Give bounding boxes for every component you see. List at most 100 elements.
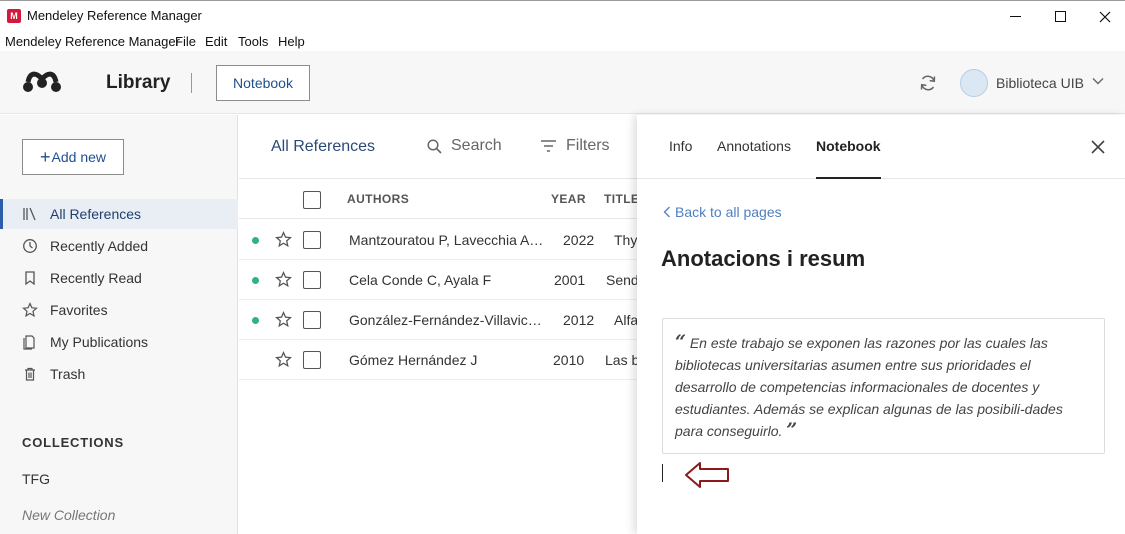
table-row[interactable]: Cela Conde C, Ayala F 2001 Send bbox=[239, 260, 637, 300]
notebook-button[interactable]: Notebook bbox=[216, 65, 310, 101]
sidebar-item-label: Recently Added bbox=[50, 238, 149, 254]
menu-bar: Mendeley Reference Manager File Edit Too… bbox=[0, 31, 1125, 51]
add-new-button[interactable]: + Add new bbox=[22, 139, 124, 175]
sidebar-item-label: All References bbox=[50, 206, 142, 222]
maximize-button[interactable] bbox=[1037, 1, 1083, 32]
close-quote-icon: ” bbox=[786, 419, 798, 441]
sidebar-item-label: Trash bbox=[50, 366, 86, 382]
app-logo-icon: M bbox=[7, 9, 21, 23]
annotation-quote-block[interactable]: “ En este trabajo se exponen las razones… bbox=[662, 318, 1105, 454]
row-year: 2010 bbox=[553, 352, 585, 368]
row-authors: Cela Conde C, Ayala F bbox=[349, 272, 492, 288]
quote-text: “ En este trabajo se exponen las razones… bbox=[675, 332, 1085, 442]
collection-item-tfg[interactable]: TFG bbox=[22, 471, 50, 487]
sidebar-item-recently-added[interactable]: Recently Added bbox=[0, 231, 238, 261]
column-authors[interactable]: AUTHORS bbox=[347, 192, 409, 206]
menu-edit[interactable]: Edit bbox=[205, 34, 227, 49]
row-checkbox[interactable] bbox=[303, 311, 321, 329]
sidebar-item-trash[interactable]: Trash bbox=[0, 359, 238, 389]
filters-button[interactable]: Filters bbox=[540, 137, 610, 155]
sidebar-item-all-references[interactable]: All References bbox=[0, 199, 238, 229]
plus-icon: + bbox=[40, 147, 51, 167]
table-row[interactable]: González-Fernández-Villavic… 2012 Alfa bbox=[239, 300, 637, 340]
row-title: Thy bbox=[614, 232, 637, 248]
mendeley-logo-icon bbox=[23, 71, 61, 92]
sidebar-item-label: My Publications bbox=[50, 334, 149, 350]
reference-list-pane: All References Search Filters AUTHORS YE… bbox=[239, 115, 639, 534]
minimize-icon bbox=[1009, 16, 1021, 17]
menu-help[interactable]: Help bbox=[278, 34, 305, 49]
menu-file[interactable]: File bbox=[175, 34, 196, 49]
select-all-checkbox[interactable] bbox=[303, 191, 321, 209]
sidebar: + Add new All References Recently Added … bbox=[0, 115, 238, 534]
minimize-button[interactable] bbox=[992, 1, 1038, 32]
row-authors: González-Fernández-Villavic… bbox=[349, 312, 542, 328]
open-quote-icon: “ bbox=[675, 331, 686, 353]
sidebar-item-label: Favorites bbox=[50, 302, 108, 318]
account-name[interactable]: Biblioteca UIB bbox=[996, 75, 1084, 91]
document-icon bbox=[23, 335, 35, 350]
row-year: 2001 bbox=[554, 272, 586, 288]
star-icon[interactable] bbox=[275, 351, 292, 368]
maximize-icon bbox=[1054, 11, 1066, 22]
window-title: Mendeley Reference Manager bbox=[27, 8, 202, 23]
tab-annotations[interactable]: Annotations bbox=[717, 138, 791, 154]
row-title: Send bbox=[606, 272, 637, 288]
search-icon bbox=[427, 138, 442, 154]
star-icon[interactable] bbox=[275, 271, 292, 288]
unread-dot bbox=[252, 277, 259, 284]
search-label: Search bbox=[451, 137, 502, 154]
close-icon[interactable] bbox=[1090, 139, 1106, 155]
row-title: Las b bbox=[605, 352, 637, 368]
back-to-all-pages-link[interactable]: Back to all pages bbox=[663, 204, 782, 220]
chevron-left-icon bbox=[663, 206, 670, 218]
sidebar-item-favorites[interactable]: Favorites bbox=[0, 295, 238, 325]
tab-notebook[interactable]: Notebook bbox=[816, 138, 881, 154]
close-window-button[interactable] bbox=[1082, 1, 1125, 32]
chevron-down-icon[interactable] bbox=[1091, 74, 1105, 88]
sidebar-item-recently-read[interactable]: Recently Read bbox=[0, 263, 238, 293]
close-icon bbox=[1099, 11, 1111, 22]
active-tab-indicator bbox=[816, 177, 881, 179]
star-icon[interactable] bbox=[275, 311, 292, 328]
row-checkbox[interactable] bbox=[303, 231, 321, 249]
clock-icon bbox=[23, 239, 37, 253]
table-row[interactable]: Mantzouratou P, Lavecchia A… 2022 Thy bbox=[239, 220, 637, 260]
menu-tools[interactable]: Tools bbox=[238, 34, 268, 49]
star-icon[interactable] bbox=[275, 231, 292, 248]
quote-body: En este trabajo se exponen las razones p… bbox=[675, 335, 1063, 439]
new-collection-button[interactable]: New Collection bbox=[22, 507, 115, 523]
avatar[interactable] bbox=[960, 69, 988, 97]
collections-heading: COLLECTIONS bbox=[22, 435, 124, 450]
menu-app[interactable]: Mendeley Reference Manager bbox=[5, 34, 180, 49]
trash-icon bbox=[25, 367, 35, 381]
notebook-page-title[interactable]: Anotacions i resum bbox=[661, 246, 865, 272]
left-arrow-annotation-icon bbox=[685, 462, 729, 488]
back-link-label: Back to all pages bbox=[675, 204, 782, 220]
tab-info[interactable]: Info bbox=[669, 138, 692, 154]
text-cursor[interactable] bbox=[662, 464, 663, 482]
page-title: Library bbox=[106, 72, 171, 93]
header-divider bbox=[191, 73, 192, 93]
list-title: All References bbox=[271, 138, 376, 155]
column-title[interactable]: TITLE bbox=[604, 192, 639, 206]
sidebar-item-my-publications[interactable]: My Publications bbox=[0, 327, 238, 357]
add-new-label: Add new bbox=[51, 149, 106, 165]
table-row[interactable]: Gómez Hernández J 2010 Las b bbox=[239, 340, 637, 380]
unread-dot bbox=[252, 317, 259, 324]
library-icon bbox=[23, 207, 36, 221]
sync-icon[interactable] bbox=[918, 73, 938, 93]
row-authors: Gómez Hernández J bbox=[349, 352, 478, 368]
search-button[interactable]: Search bbox=[427, 137, 502, 155]
row-checkbox[interactable] bbox=[303, 271, 321, 289]
filters-label: Filters bbox=[566, 137, 610, 154]
row-year: 2012 bbox=[563, 312, 595, 328]
bookmark-icon bbox=[25, 271, 35, 286]
table-header: AUTHORS YEAR TITLE bbox=[239, 178, 639, 219]
details-panel: Info Annotations Notebook Back to all pa… bbox=[637, 115, 1125, 534]
sidebar-item-label: Recently Read bbox=[50, 270, 142, 286]
title-bar: M Mendeley Reference Manager bbox=[0, 0, 1125, 31]
column-year[interactable]: YEAR bbox=[551, 192, 586, 206]
row-checkbox[interactable] bbox=[303, 351, 321, 369]
app-header: Library Notebook Biblioteca UIB bbox=[0, 51, 1125, 114]
